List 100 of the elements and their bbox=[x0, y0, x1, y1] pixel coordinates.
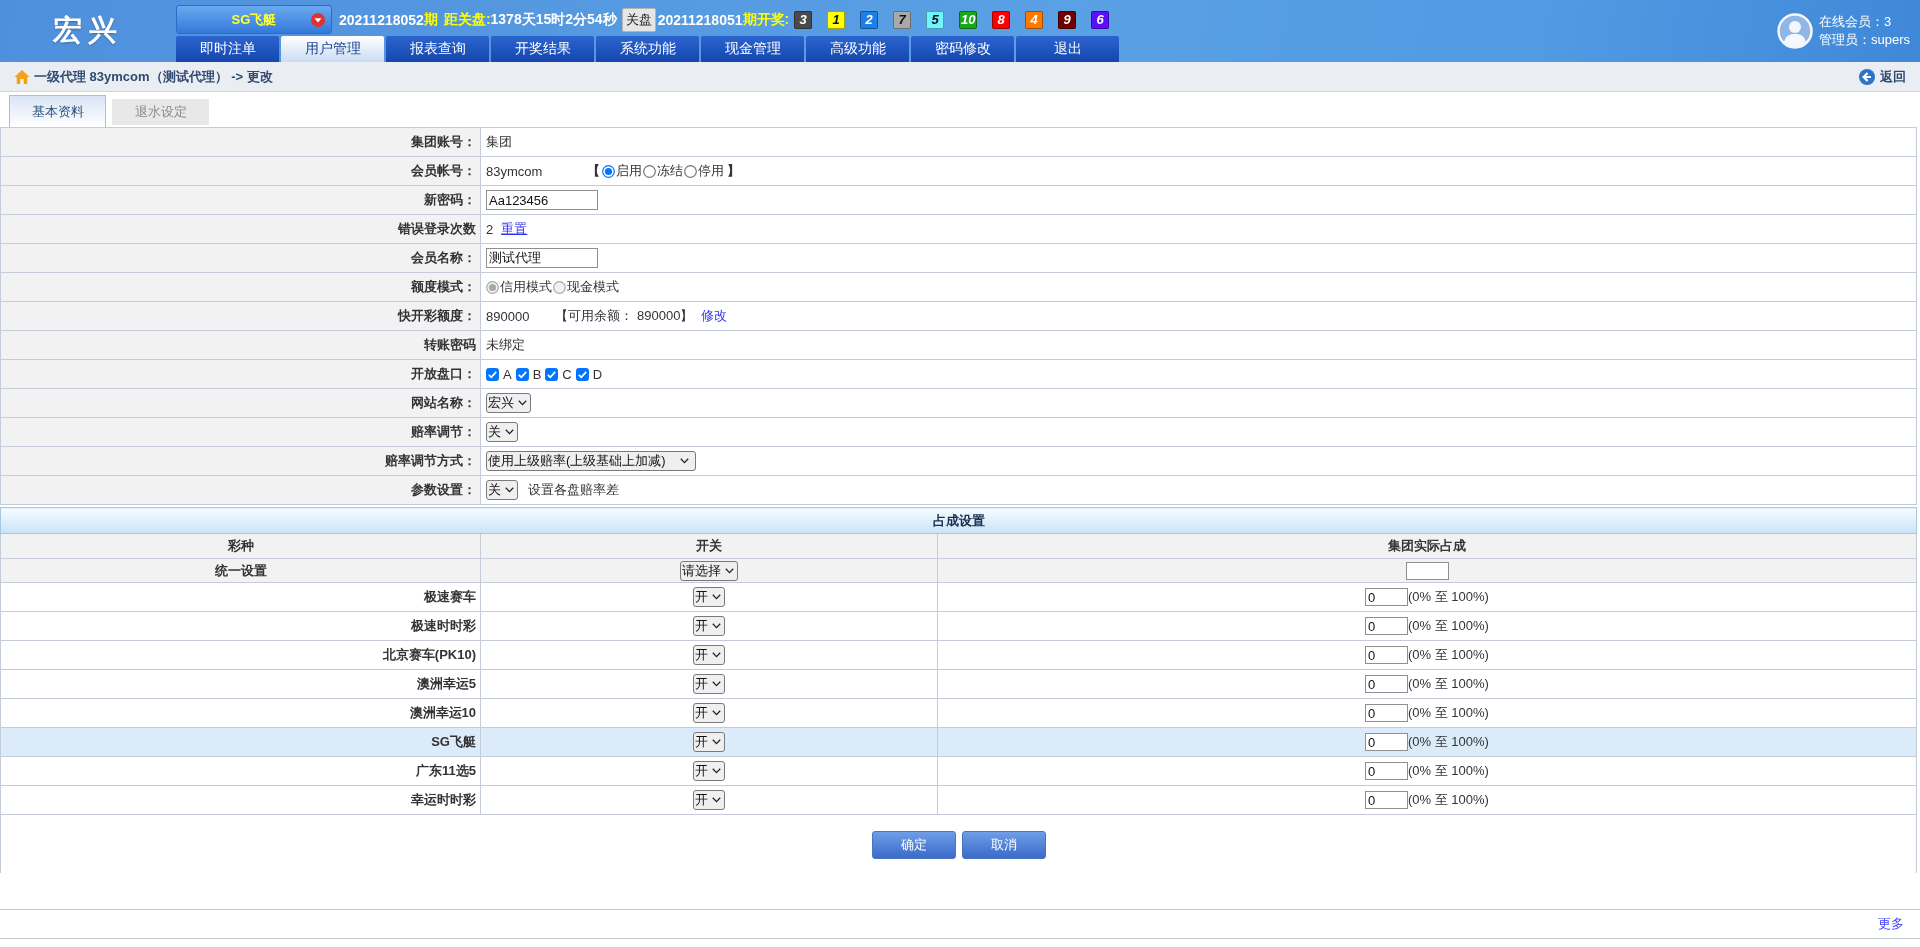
confirm-button[interactable]: 确定 bbox=[871, 831, 956, 859]
field-label: 集团账号： bbox=[0, 127, 481, 157]
back-link[interactable]: 返回 bbox=[1859, 67, 1906, 86]
home-icon bbox=[14, 68, 30, 85]
nav-tab[interactable]: 高级功能 bbox=[806, 36, 909, 62]
dropdown[interactable]: 使用上级赔率(上级基础上加减) bbox=[486, 451, 696, 471]
chevron-icon bbox=[712, 739, 721, 745]
dropdown[interactable]: 宏兴 bbox=[486, 393, 531, 413]
field-label: 会员帐号： bbox=[0, 156, 481, 186]
nav-tab[interactable]: 用户管理 bbox=[281, 36, 384, 62]
cancel-button[interactable]: 取消 bbox=[961, 831, 1046, 859]
dropdown[interactable]: 开 bbox=[693, 703, 725, 723]
dropdown[interactable]: 开 bbox=[693, 616, 725, 636]
checkbox-label: C bbox=[562, 366, 572, 382]
chevron-icon bbox=[680, 458, 689, 464]
section-header: 占成设置 bbox=[0, 507, 1917, 534]
text-input[interactable] bbox=[1405, 561, 1449, 580]
radio-button[interactable] bbox=[643, 164, 656, 178]
range-text: (0% 至 100%) bbox=[1408, 762, 1489, 780]
radio-label: 停用 bbox=[698, 162, 724, 180]
nav-tab[interactable]: 即时注单 bbox=[176, 36, 279, 62]
dropdown[interactable]: 开 bbox=[693, 674, 725, 694]
table-cell: 幸运时时彩 bbox=[0, 785, 481, 815]
chevron-icon bbox=[712, 652, 721, 658]
field-value: 集团 bbox=[480, 127, 1917, 157]
dropdown[interactable]: 开 bbox=[693, 645, 725, 665]
table-row[interactable]: 广东11选5 开 0 (0% 至 100%) bbox=[0, 756, 1917, 786]
text-input[interactable]: Aa123456 bbox=[486, 190, 598, 210]
checkbox[interactable] bbox=[486, 367, 499, 381]
dropdown[interactable]: 请选择 bbox=[680, 560, 738, 581]
table-row[interactable]: SG飞艇 开 0 (0% 至 100%) bbox=[0, 727, 1917, 757]
nav-tab[interactable]: 退出 bbox=[1016, 36, 1119, 62]
reset-link[interactable]: 重置 bbox=[501, 220, 528, 238]
text-input[interactable]: 0 bbox=[1365, 646, 1409, 664]
text-input[interactable]: 0 bbox=[1365, 791, 1409, 809]
checkbox[interactable] bbox=[575, 367, 589, 381]
dropdown[interactable]: 开 bbox=[693, 732, 725, 752]
radio-button[interactable] bbox=[602, 164, 615, 178]
table-row[interactable]: 极速时时彩 开 0 (0% 至 100%) bbox=[0, 611, 1917, 641]
dropdown[interactable]: 关 bbox=[486, 480, 518, 500]
chevron-icon bbox=[712, 710, 721, 716]
more-link[interactable]: 更多 bbox=[1878, 915, 1904, 933]
text-input[interactable]: 0 bbox=[1365, 704, 1409, 722]
nav-tab[interactable]: 报表查询 bbox=[386, 36, 489, 62]
table-row[interactable]: 幸运时时彩 开 0 (0% 至 100%) bbox=[0, 785, 1917, 815]
range-text: (0% 至 100%) bbox=[1408, 704, 1489, 722]
text-input[interactable]: 0 bbox=[1365, 617, 1409, 635]
chevron-icon bbox=[505, 429, 514, 435]
nav-tab[interactable]: 密码修改 bbox=[911, 36, 1014, 62]
chevron-icon bbox=[712, 768, 721, 774]
radio-label: 信用模式 bbox=[500, 278, 552, 296]
nav-tab[interactable]: 现金管理 bbox=[701, 36, 804, 62]
countdown-label: 距关盘: bbox=[443, 10, 491, 29]
field-label: 参数设置： bbox=[0, 475, 481, 505]
status-badge: 关盘 bbox=[621, 7, 656, 32]
back-arrow-icon bbox=[1859, 68, 1875, 85]
radio-button[interactable] bbox=[684, 164, 697, 178]
range-text: (0% 至 100%) bbox=[1408, 675, 1489, 693]
last-issue-number: 20211218051 bbox=[657, 11, 743, 28]
bracket-mark: 【 bbox=[587, 162, 600, 180]
field-label: 错误登录次数 bbox=[0, 214, 481, 244]
nav-tab[interactable]: 开奖结果 bbox=[491, 36, 594, 62]
table-cell: 统一设置 bbox=[0, 558, 481, 583]
radio-label: 启用 bbox=[616, 162, 642, 180]
issue-number: 20211218052 bbox=[339, 11, 424, 28]
field-label: 额度模式： bbox=[0, 272, 481, 302]
checkbox[interactable] bbox=[545, 367, 559, 381]
text-input[interactable]: 测试代理 bbox=[486, 248, 598, 268]
table-row[interactable]: 澳洲幸运5 开 0 (0% 至 100%) bbox=[0, 669, 1917, 699]
hint-text: 设置各盘赔率差 bbox=[528, 481, 619, 499]
admin-name: 管理员：supers bbox=[1818, 31, 1910, 49]
edit-link[interactable]: 修改 bbox=[701, 307, 728, 325]
table-cell: SG飞艇 bbox=[0, 727, 481, 757]
range-text: (0% 至 100%) bbox=[1408, 617, 1489, 635]
online-count: 在线会员：3 bbox=[1818, 13, 1893, 31]
dropdown[interactable]: 开 bbox=[693, 761, 725, 781]
table-cell: 极速赛车 bbox=[0, 582, 481, 612]
table-cell: 澳洲幸运5 bbox=[0, 669, 481, 699]
nav-tab[interactable]: 系统功能 bbox=[596, 36, 699, 62]
table-row[interactable]: 极速赛车 开 0 (0% 至 100%) bbox=[0, 582, 1917, 612]
draw-label: 期开奖: bbox=[742, 10, 790, 29]
text-input[interactable]: 0 bbox=[1365, 733, 1409, 751]
range-text: (0% 至 100%) bbox=[1408, 733, 1489, 751]
text-input[interactable]: 0 bbox=[1365, 762, 1409, 780]
avatar-icon bbox=[1776, 13, 1813, 49]
field-label: 开放盘口： bbox=[0, 359, 481, 389]
dropdown[interactable]: 开 bbox=[693, 587, 725, 607]
dropdown[interactable]: 关 bbox=[486, 422, 518, 442]
dropdown[interactable]: 开 bbox=[693, 790, 725, 810]
table-row[interactable]: 北京赛车(PK10) 开 0 (0% 至 100%) bbox=[0, 640, 1917, 670]
radio-label: 冻结 bbox=[657, 162, 683, 180]
chevron-icon bbox=[712, 594, 721, 600]
checkbox[interactable] bbox=[515, 367, 529, 381]
table-row[interactable]: 澳洲幸运10 开 0 (0% 至 100%) bbox=[0, 698, 1917, 728]
bracket-mark: 】 bbox=[727, 162, 740, 180]
form-tab[interactable]: 基本资料 bbox=[9, 95, 106, 127]
column-header: 集团实际占成 bbox=[937, 533, 1917, 559]
text-input[interactable]: 0 bbox=[1365, 675, 1409, 693]
count-value: 2 bbox=[486, 221, 494, 237]
text-input[interactable]: 0 bbox=[1365, 588, 1409, 606]
